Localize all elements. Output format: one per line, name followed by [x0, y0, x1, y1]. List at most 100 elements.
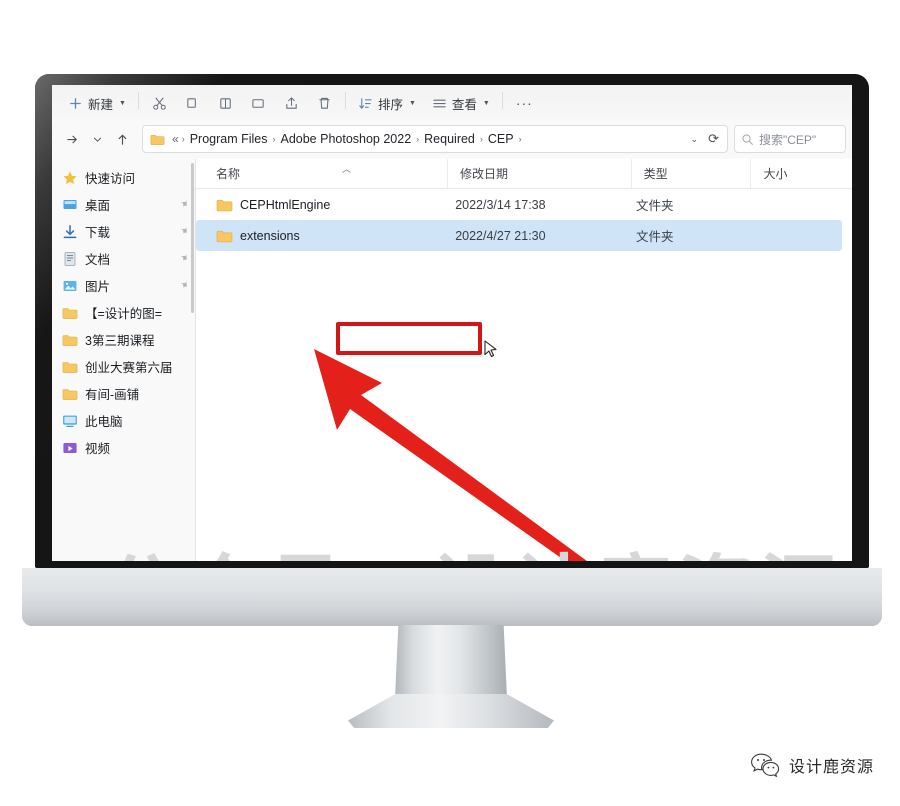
- sidebar-item-pictures[interactable]: 图片: [52, 272, 196, 299]
- sidebar-item-folder-3[interactable]: 有间-画铺: [52, 380, 196, 407]
- breadcrumb-item-0[interactable]: Program Files: [186, 130, 272, 148]
- cut-button[interactable]: [143, 90, 176, 116]
- forward-button[interactable]: [58, 125, 86, 153]
- sort-button-label: 排序: [377, 97, 403, 112]
- more-options-button[interactable]: ···: [507, 90, 542, 116]
- rename-button[interactable]: [242, 90, 275, 116]
- sort-ascending-icon: ︿: [342, 164, 352, 174]
- search-input[interactable]: 搜索"CEP": [734, 125, 846, 153]
- copy-button[interactable]: [176, 90, 209, 116]
- file-list-pane: 名称 ︿ 修改日期 类型 大小 CEPHtmlEngine 2022/3/14 …: [196, 159, 852, 561]
- pin-icon[interactable]: [179, 199, 190, 210]
- up-button[interactable]: [108, 125, 136, 153]
- column-header-type[interactable]: 类型: [630, 159, 751, 188]
- sidebar-label: 【=设计的图=: [85, 307, 163, 321]
- toolbar-divider: [137, 92, 139, 109]
- share-button[interactable]: [275, 90, 308, 116]
- toolbar-divider-2: [344, 92, 346, 109]
- file-date-cell: 2022/4/27 21:30: [455, 228, 546, 243]
- wechat-icon: [751, 753, 780, 778]
- brand-name: 设计鹿资源: [788, 757, 874, 776]
- breadcrumb-dropdown-icon[interactable]: ⌄: [685, 134, 705, 145]
- sidebar-item-this-pc[interactable]: 此电脑: [52, 407, 196, 434]
- column-header-size[interactable]: 大小: [750, 159, 852, 188]
- refresh-icon[interactable]: ⟳: [704, 131, 723, 147]
- table-row[interactable]: CEPHtmlEngine 2022/3/14 17:38 文件夹: [196, 189, 842, 220]
- search-placeholder: 搜索"CEP": [759, 132, 817, 147]
- breadcrumb-item-1[interactable]: Adobe Photoshop 2022: [276, 130, 415, 148]
- sidebar-label: 3第三期课程: [85, 334, 155, 348]
- folder-icon: [216, 199, 233, 211]
- arrow-right-icon: [66, 135, 77, 143]
- sidebar-label: 视频: [85, 442, 111, 456]
- sidebar-item-desktop[interactable]: 桌面: [52, 191, 196, 218]
- folder-icon: [216, 230, 233, 242]
- address-bar: « › Program Files › Adobe Photoshop 2022…: [52, 119, 852, 159]
- paste-button[interactable]: [209, 90, 242, 116]
- column-header-date[interactable]: 修改日期: [446, 159, 631, 188]
- monitor-stand-base: [348, 694, 554, 728]
- share-icon: [286, 96, 297, 109]
- sidebar-label: 桌面: [85, 199, 111, 213]
- file-date-cell: 2022/3/14 17:38: [455, 197, 546, 212]
- search-icon: [742, 133, 753, 145]
- pin-icon[interactable]: [179, 280, 190, 291]
- sidebar-item-downloads[interactable]: 下载: [52, 218, 196, 245]
- chevron-down-icon-sort: ▼: [408, 99, 416, 107]
- folder-icon: [62, 307, 78, 319]
- delete-icon: [319, 97, 330, 109]
- more-icon: ···: [515, 95, 533, 111]
- explorer-body: 快速访问 桌面 下载 文档 图片 【=设计的图= 3第三期课程 创业大赛第六届 …: [52, 159, 852, 561]
- navigation-pane: 快速访问 桌面 下载 文档 图片 【=设计的图= 3第三期课程 创业大赛第六届 …: [52, 159, 196, 561]
- folder-icon: [62, 334, 78, 346]
- cut-icon: [153, 97, 166, 110]
- pictures-icon: [63, 280, 77, 291]
- column-header-date-label: 修改日期: [459, 167, 508, 181]
- breadcrumb-prefix[interactable]: «: [170, 130, 181, 148]
- sidebar-item-folder-1[interactable]: 3第三期课程: [52, 326, 196, 353]
- file-explorer-window: 新建 ▼ 排序 ▼ 查看 ▼ ··· « › Program Files › A…: [52, 85, 852, 561]
- sort-button[interactable]: 排序 ▼: [350, 90, 424, 116]
- new-button-label: 新建: [88, 97, 114, 112]
- sidebar-item-folder-0[interactable]: 【=设计的图=: [52, 299, 196, 326]
- column-header-name-label: 名称: [216, 167, 241, 181]
- monitor-bezel: 新建 ▼ 排序 ▼ 查看 ▼ ··· « › Program Files › A…: [35, 74, 869, 568]
- column-headers: 名称 ︿ 修改日期 类型 大小: [196, 159, 852, 189]
- sidebar-item-documents[interactable]: 文档: [52, 245, 196, 272]
- delete-button[interactable]: [308, 90, 341, 116]
- sidebar-label: 此电脑: [85, 415, 123, 429]
- pin-icon[interactable]: [179, 253, 190, 264]
- sidebar-item-quick-access[interactable]: 快速访问: [52, 164, 196, 191]
- new-button[interactable]: 新建 ▼: [60, 90, 134, 116]
- breadcrumb-item-2[interactable]: Required: [420, 130, 479, 148]
- column-header-name[interactable]: 名称 ︿: [204, 159, 447, 188]
- sidebar-label: 下载: [85, 226, 111, 240]
- table-row[interactable]: extensions 2022/4/27 21:30 文件夹: [196, 220, 842, 251]
- recent-locations-button[interactable]: [87, 125, 107, 153]
- view-icon: [433, 99, 446, 107]
- breadcrumb[interactable]: « › Program Files › Adobe Photoshop 2022…: [142, 125, 728, 153]
- breadcrumb-item-3[interactable]: CEP: [484, 130, 518, 148]
- sidebar-label: 创业大赛第六届: [85, 361, 173, 375]
- explorer-toolbar: 新建 ▼ 排序 ▼ 查看 ▼ ···: [52, 85, 852, 119]
- sidebar-item-folder-2[interactable]: 创业大赛第六届: [52, 353, 196, 380]
- pin-icon[interactable]: [179, 226, 190, 237]
- brand-logo: 设计鹿资源: [750, 752, 874, 778]
- sidebar-label: 文档: [85, 253, 111, 267]
- sidebar-scrollbar[interactable]: [191, 163, 194, 313]
- sidebar-item-videos[interactable]: 视频: [52, 434, 196, 461]
- chevron-down-icon-view: ▼: [482, 99, 490, 107]
- arrow-up-icon: [118, 134, 126, 145]
- file-type-cell: 文件夹: [636, 230, 674, 244]
- folder-icon-breadcrumb: [150, 134, 165, 145]
- sidebar-label: 快速访问: [85, 172, 136, 186]
- sort-icon: [359, 97, 372, 109]
- paste-icon: [220, 97, 231, 109]
- new-icon: [70, 97, 81, 109]
- chevron-down-icon-nav: [93, 137, 101, 142]
- monitor-stand-neck: [395, 625, 507, 698]
- view-button-label: 查看: [451, 97, 477, 112]
- view-button[interactable]: 查看 ▼: [424, 90, 498, 116]
- file-name-cell: extensions: [204, 229, 443, 243]
- sidebar-label: 图片: [85, 280, 111, 294]
